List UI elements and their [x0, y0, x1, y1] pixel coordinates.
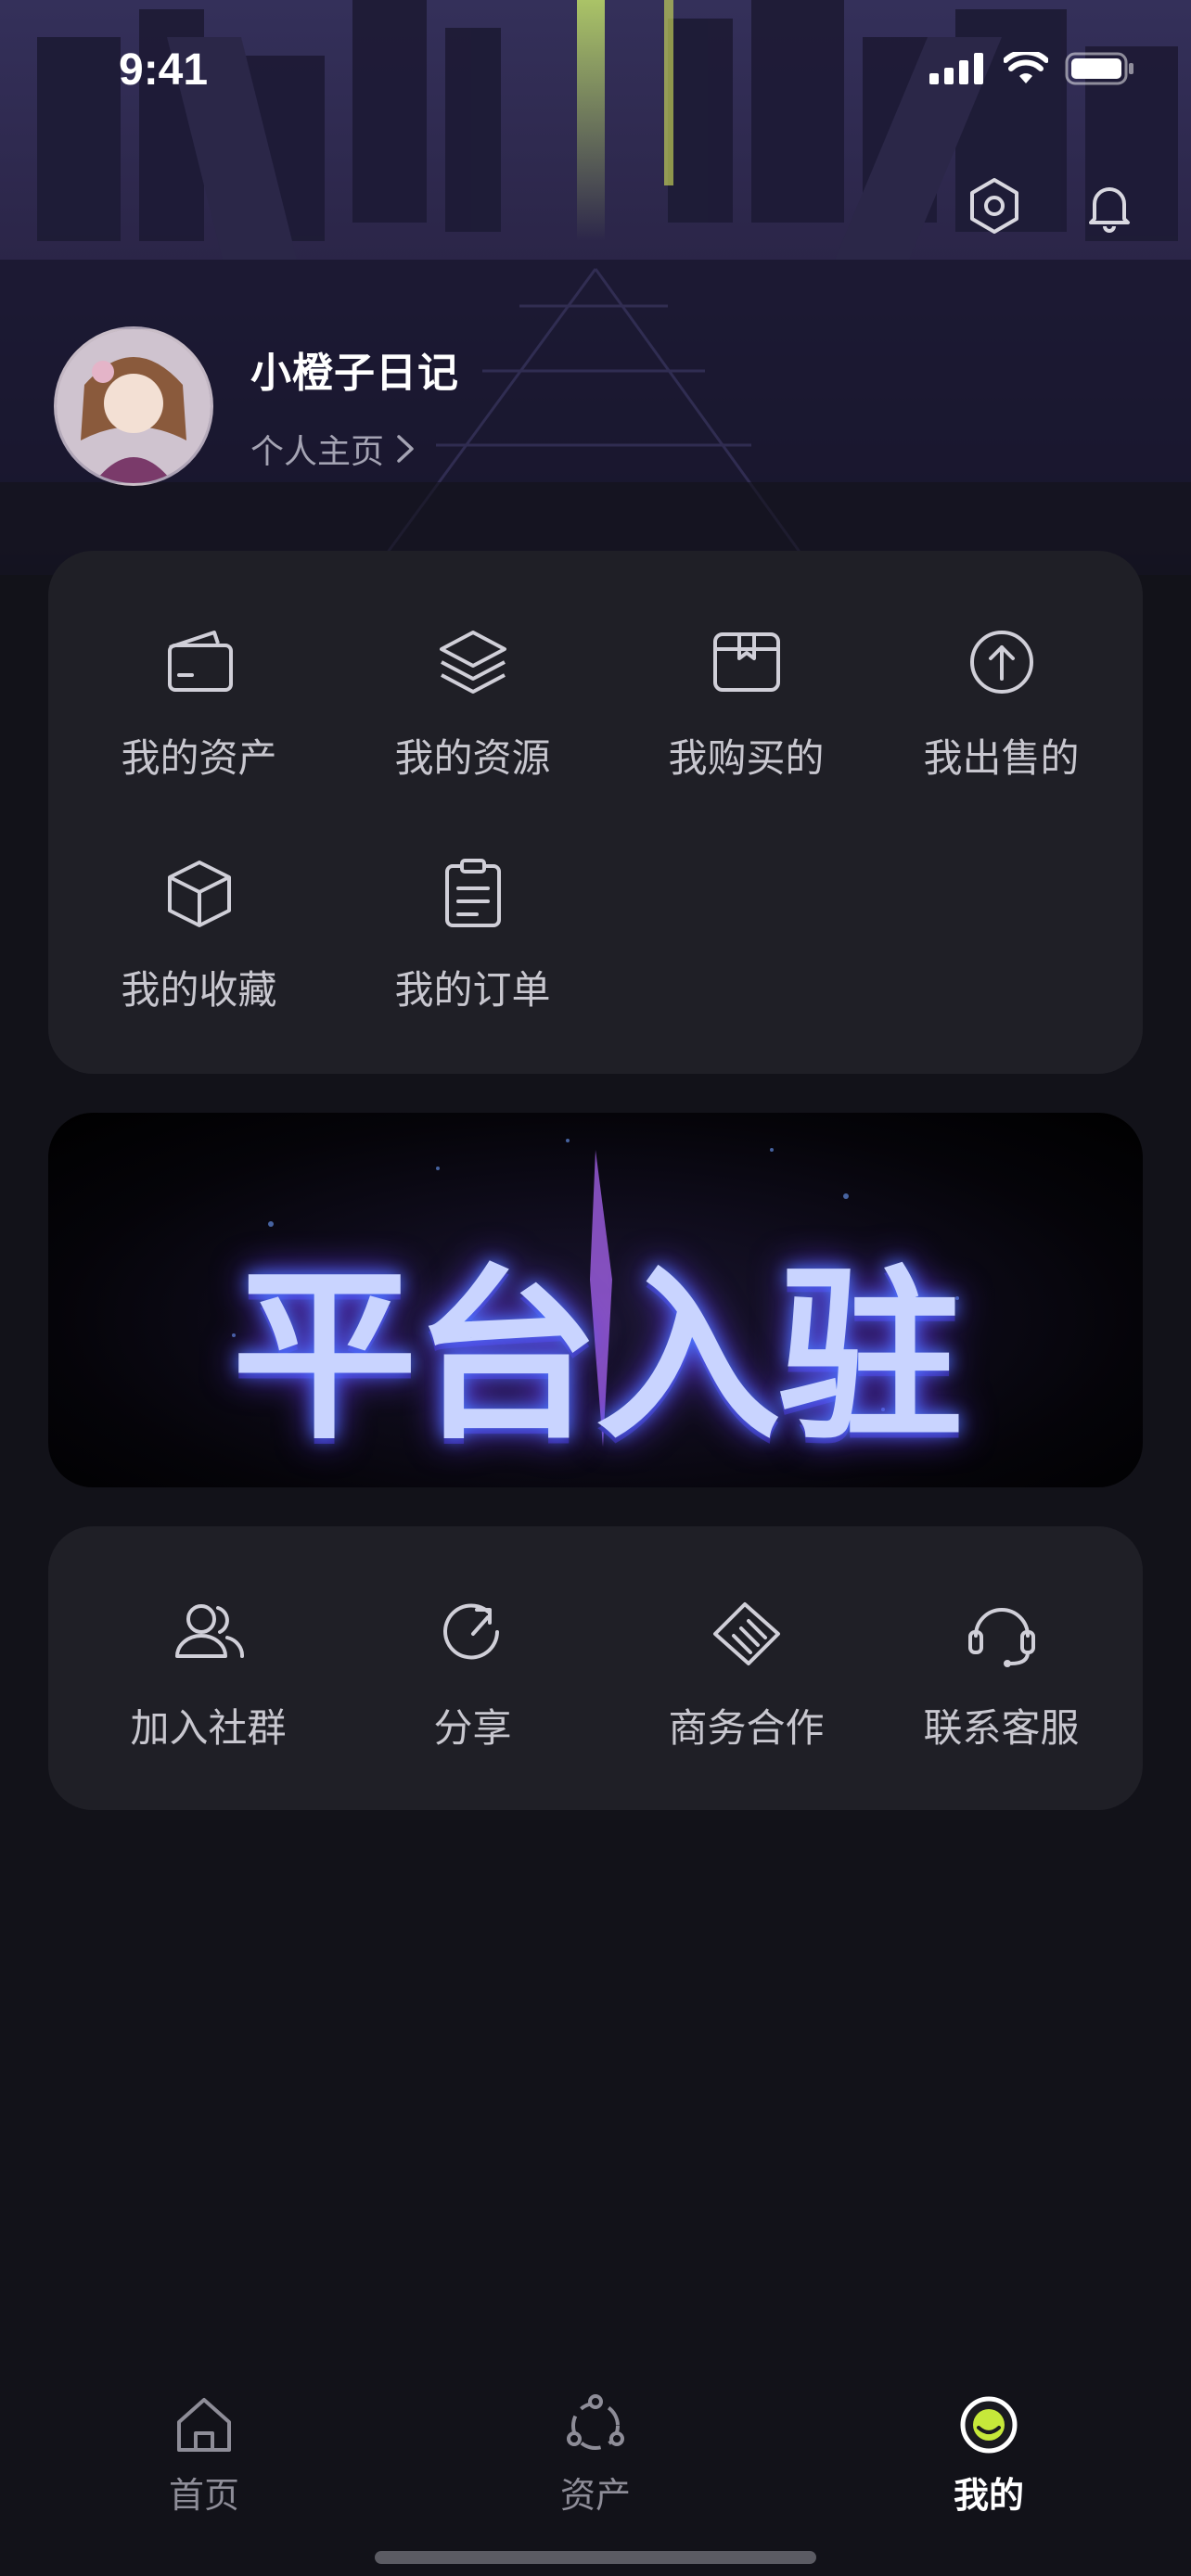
notification-bell-icon[interactable]: [1080, 176, 1139, 236]
menu-item-label: 加入社群: [130, 1705, 287, 1751]
cellular-signal-icon: [929, 53, 983, 84]
upload-circle-icon: [969, 631, 1033, 694]
tab-assets[interactable]: 资产: [503, 2392, 688, 2518]
home-indicator: [375, 2551, 816, 2564]
nickname: 小橙子日记: [250, 350, 459, 397]
handshake-icon: [712, 1602, 780, 1665]
profile-summary[interactable]: 小橙子日记 个人主页: [54, 326, 459, 486]
clipboard-icon: [444, 859, 501, 927]
menu-item-business-cooperation[interactable]: 商务合作: [609, 1593, 883, 1797]
chevron-right-icon: [397, 435, 414, 463]
tab-label: 首页: [168, 2475, 239, 2516]
settings-icon[interactable]: [965, 176, 1024, 236]
status-time: 9:41: [119, 45, 209, 95]
cube-icon: [167, 861, 231, 927]
headset-icon: [967, 1608, 1035, 1667]
status-bar: 9:41: [0, 0, 1191, 139]
group-icon: [174, 1604, 244, 1658]
menu-item-label: 我的订单: [394, 967, 551, 1013]
menu-item-my-assets[interactable]: 我的资产: [62, 623, 336, 827]
secondary-menu-card: 加入社群 分享 商务合作 联系客服: [48, 1526, 1143, 1810]
platform-entry-banner[interactable]: 平台入驻: [48, 1113, 1143, 1487]
menu-item-label: 我出售的: [923, 735, 1080, 781]
menu-item-label: 我的资产: [121, 735, 277, 781]
tab-mine[interactable]: 我的: [896, 2392, 1082, 2518]
homepage-link-label: 个人主页: [250, 433, 385, 471]
layers-icon: [439, 631, 506, 694]
menu-item-orders[interactable]: 我的订单: [336, 855, 609, 1059]
profile-header: 9:41 小橙子日记 个人主页: [0, 0, 1191, 575]
bottom-tab-bar: 首页 资产 我的: [0, 2355, 1191, 2576]
wifi-icon: [1004, 52, 1048, 83]
homepage-link[interactable]: 个人主页: [250, 425, 459, 473]
home-icon: [177, 2398, 231, 2452]
menu-item-my-resources[interactable]: 我的资源: [336, 623, 609, 827]
tab-label: 资产: [559, 2475, 631, 2516]
profile-icon: [960, 2396, 1018, 2454]
menu-item-label: 联系客服: [923, 1705, 1080, 1751]
assets-icon: [567, 2394, 624, 2450]
menu-item-customer-service[interactable]: 联系客服: [864, 1593, 1138, 1797]
battery-icon: [1065, 52, 1133, 85]
menu-item-purchased[interactable]: 我购买的: [609, 623, 883, 827]
menu-item-share[interactable]: 分享: [336, 1593, 609, 1797]
menu-item-favorites[interactable]: 我的收藏: [62, 855, 336, 1059]
menu-item-sold[interactable]: 我出售的: [864, 623, 1138, 827]
menu-item-label: 我的资源: [394, 735, 551, 781]
menu-item-join-community[interactable]: 加入社群: [71, 1593, 345, 1797]
tab-home[interactable]: 首页: [111, 2392, 297, 2518]
avatar-illustration: [57, 329, 211, 483]
menu-item-label: 分享: [433, 1705, 512, 1751]
primary-menu-card: 我的资产 我的资源 我购买的 我出售的 我的收藏 我的订单: [48, 551, 1143, 1074]
menu-item-label: 我购买的: [668, 735, 825, 781]
menu-item-label: 我的收藏: [121, 967, 277, 1013]
banner-title: 平台入驻: [231, 1247, 963, 1465]
box-icon: [712, 632, 780, 692]
wallet-icon: [167, 631, 233, 692]
share-refresh-icon: [442, 1603, 499, 1660]
tab-label: 我的: [953, 2475, 1024, 2516]
avatar[interactable]: [54, 326, 213, 486]
menu-item-label: 商务合作: [668, 1705, 825, 1751]
